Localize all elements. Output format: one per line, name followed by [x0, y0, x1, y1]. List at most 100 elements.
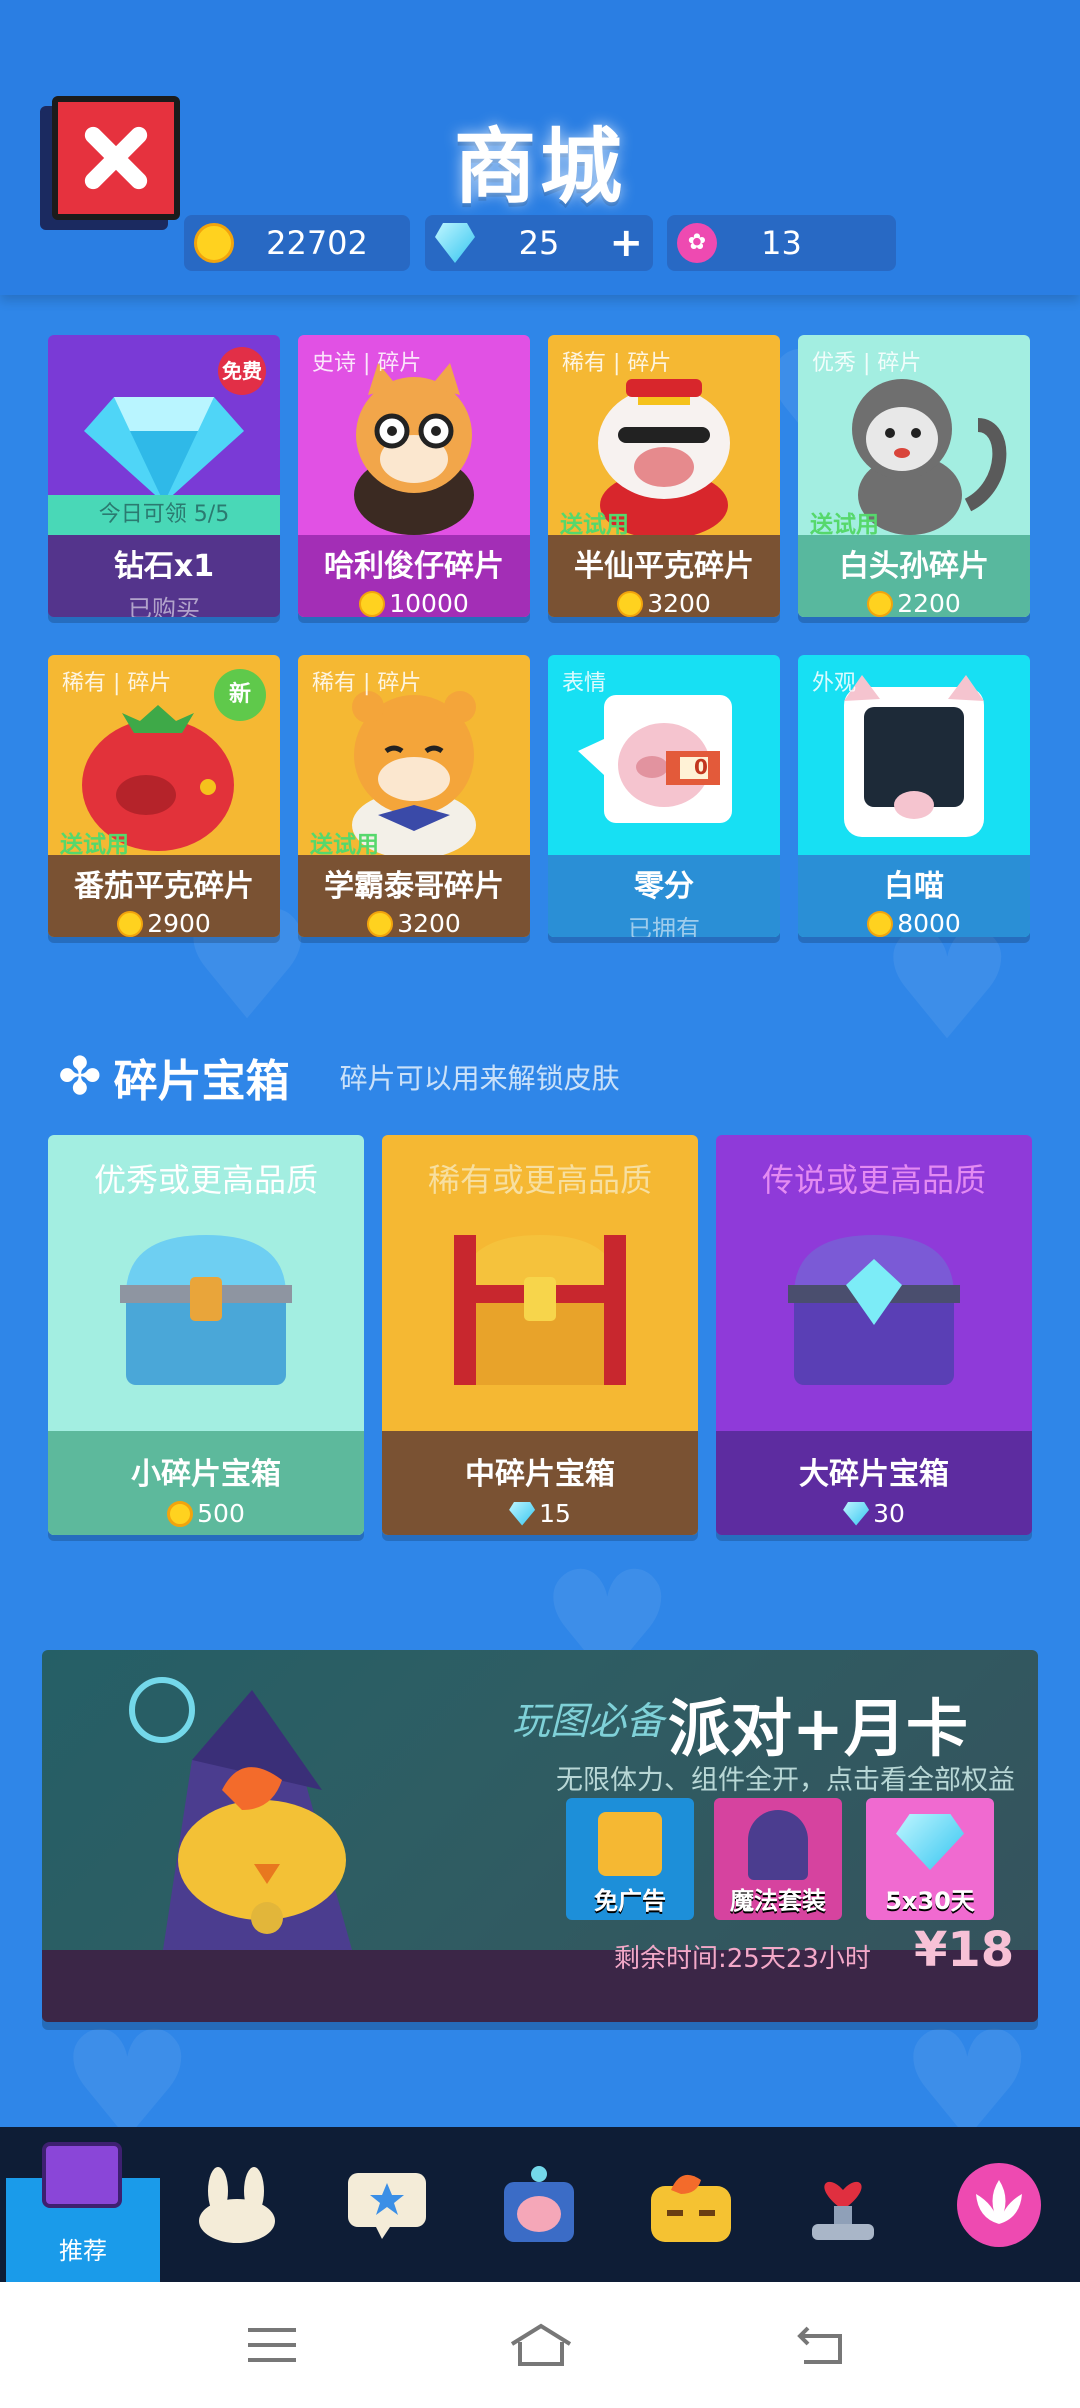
chest-medium[interactable]: 稀有或更高品质 中碎片宝箱 15 [382, 1135, 698, 1535]
home-icon[interactable] [506, 2320, 576, 2370]
price-value: 2900 [147, 909, 211, 937]
section-title: 碎片宝箱 [113, 1056, 290, 1107]
new-badge: 新 [214, 669, 266, 721]
shop-item-zero-score[interactable]: 表情 0 零分 已拥有 [548, 655, 780, 937]
chest-large[interactable]: 传说或更高品质 大碎片宝箱 30 [716, 1135, 1032, 1535]
item-art: 稀有 | 碎片 新 送试用 [48, 655, 280, 858]
tab-chat[interactable] [310, 2127, 464, 2282]
item-footer: 番茄平克碎片 2900 [48, 855, 280, 937]
no-ads-icon [598, 1812, 662, 1876]
category-tag: 外观 [812, 671, 857, 696]
rarity-tag: 稀有 | 碎片 [562, 351, 672, 376]
item-status: 已购买 [128, 595, 200, 617]
trial-label: 送试用 [810, 512, 879, 538]
coin-icon [167, 1500, 194, 1527]
large-chest-icon [788, 1235, 960, 1385]
banner-script-text: 玩图必备 [512, 1699, 665, 1743]
coin-icon [367, 910, 394, 937]
banner-price: ¥18 [914, 1922, 1015, 1978]
price-value: 15 [539, 1499, 571, 1528]
shop-item-study-tiger[interactable]: 稀有 | 碎片 送试用 学霸泰哥碎片 3200 [298, 655, 530, 937]
add-gems-icon[interactable]: + [609, 220, 643, 266]
menu-icon[interactable] [244, 2320, 300, 2370]
coin-icon [617, 590, 644, 617]
shop-item-white-monkey[interactable]: 优秀 | 碎片 送试用 白头孙碎片 2200 [798, 335, 1030, 617]
chest-footer: 大碎片宝箱 30 [716, 1431, 1032, 1535]
party-month-card-banner[interactable]: 玩图必备 派对+月卡 无限体力、组件全开，点击看全部权益 免广告 魔法套装 5x… [42, 1650, 1038, 2022]
item-price: 2900 [48, 909, 280, 937]
rarity-tag: 稀有 | 碎片 [312, 671, 422, 696]
item-name: 哈利俊仔碎片 [324, 549, 504, 584]
trial-label: 送试用 [310, 832, 379, 858]
rarity-tag: 史诗 | 碎片 [312, 351, 422, 376]
coin-icon [359, 590, 386, 617]
coin-icon [117, 910, 144, 937]
trial-label: 送试用 [60, 832, 129, 858]
rarity-tag: 优秀 | 碎片 [812, 351, 922, 376]
banner-footer [42, 1950, 1038, 2022]
coin-value: 22702 [266, 224, 368, 262]
item-art: 外观 [798, 655, 1030, 855]
shop-item-white-cat[interactable]: 外观 白喵 8000 [798, 655, 1030, 937]
chest-name: 中碎片宝箱 [465, 1457, 615, 1492]
diamond-icon [509, 1501, 536, 1526]
item-name: 钻石x1 [113, 549, 215, 584]
item-price: 3200 [298, 909, 530, 937]
score-value: 0 [694, 755, 708, 779]
item-art: 表情 0 [548, 655, 780, 855]
tab-recommend[interactable]: 推荐 [6, 2142, 160, 2282]
chest-name: 大碎片宝箱 [799, 1457, 949, 1492]
shop-item-diamond[interactable]: 免费 今日可领 5/5 钻石x1 已购买 [48, 335, 280, 617]
shop-item-pink-pig[interactable]: 稀有 | 碎片 送试用 半仙平克碎片 3200 [548, 335, 780, 617]
item-art: 优秀 | 碎片 送试用 [798, 335, 1030, 538]
item-name: 半仙平克碎片 [574, 549, 754, 584]
treasure-chest-icon [42, 2142, 122, 2208]
item-footer: 白喵 8000 [798, 855, 1030, 937]
item-status: 已拥有 [628, 915, 700, 937]
tab-characters[interactable] [160, 2127, 314, 2282]
price-value: 500 [197, 1499, 245, 1528]
item-name: 白头孙碎片 [839, 549, 989, 584]
item-footer: 哈利俊仔碎片 10000 [298, 535, 530, 617]
small-chest-icon [120, 1235, 292, 1385]
item-footer: 半仙平克碎片 3200 [548, 535, 780, 617]
item-price: 3200 [548, 589, 780, 617]
tab-sticker[interactable] [462, 2127, 616, 2282]
price-value: 10000 [389, 589, 469, 617]
chest-price: 15 [382, 1499, 698, 1528]
chest-footer: 小碎片宝箱 500 [48, 1431, 364, 1535]
bottom-navigation: 推荐 [0, 2127, 1080, 2282]
diamond-icon [843, 1501, 870, 1526]
chest-quality: 传说或更高品质 [761, 1161, 986, 1199]
lotus-value: 13 [761, 224, 802, 262]
chest-small[interactable]: 优秀或更高品质 小碎片宝箱 500 [48, 1135, 364, 1535]
section-description: 碎片可以用来解锁皮肤 [339, 1062, 620, 1095]
shop-item-tomato-pig[interactable]: 稀有 | 碎片 新 送试用 番茄平克碎片 2900 [48, 655, 280, 937]
emoji-face-icon [651, 2174, 731, 2242]
perk-no-ads: 免广告 [566, 1798, 694, 1920]
item-price: 10000 [298, 589, 530, 617]
chest-price: 500 [48, 1499, 364, 1528]
tab-lotus[interactable] [922, 2127, 1076, 2282]
clover-icon: ✤ [58, 1047, 102, 1107]
tab-label: 推荐 [59, 2237, 107, 2265]
item-art: 稀有 | 碎片 送试用 [548, 335, 780, 539]
lotus-balance: ✿ 13 [667, 215, 896, 271]
shop-item-harry-shiba[interactable]: 史诗 | 碎片 哈利俊仔碎片 10000 [298, 335, 530, 617]
perk-diamonds: 5x30天 [866, 1798, 994, 1920]
bunny-icon [199, 2166, 275, 2243]
item-footer: 零分 已拥有 [548, 855, 780, 937]
chest-name: 小碎片宝箱 [131, 1457, 281, 1492]
back-icon[interactable] [794, 2320, 850, 2370]
price-value: 30 [873, 1499, 905, 1528]
remaining-time: 剩余时间:25天23小时 [614, 1944, 871, 1974]
item-footer: 钻石x1 已购买 [48, 535, 280, 617]
tab-stamp[interactable] [766, 2127, 920, 2282]
magic-outfit-icon [748, 1810, 808, 1880]
chat-star-icon [348, 2172, 426, 2239]
gem-balance[interactable]: 25 + [425, 215, 653, 271]
stamp-heart-icon [812, 2181, 874, 2240]
daily-claim-label: 今日可领 5/5 [48, 495, 280, 535]
medium-chest-icon [454, 1235, 626, 1385]
tab-emoji[interactable] [614, 2127, 768, 2282]
